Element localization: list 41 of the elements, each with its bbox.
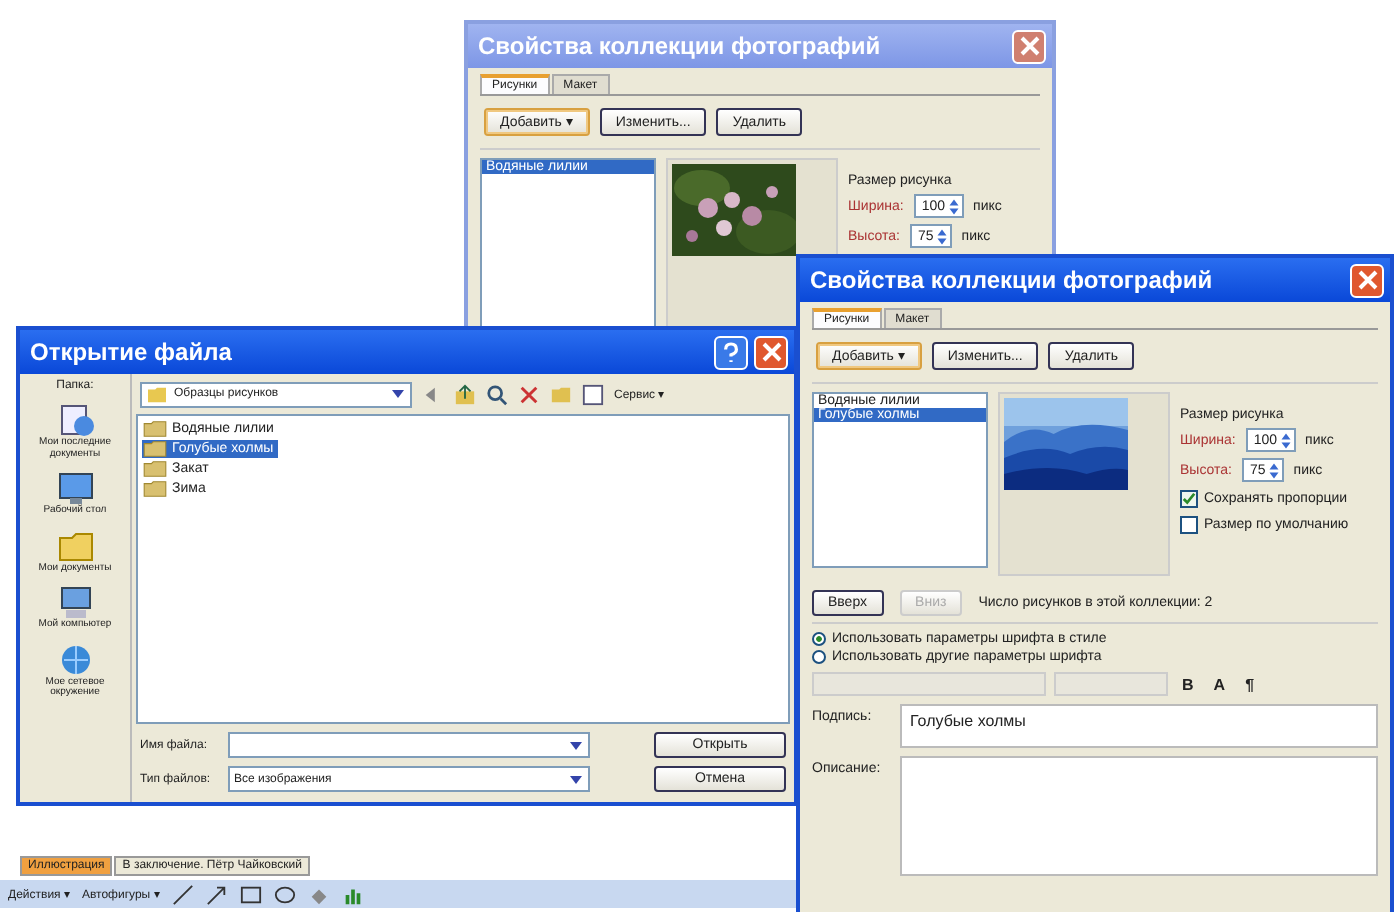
close-icon — [761, 342, 781, 362]
window-title: Свойства коллекции фотографий — [478, 32, 881, 60]
folder-icon — [146, 385, 168, 403]
dropdown-arrow-icon — [390, 386, 406, 402]
format-button[interactable]: A — [1207, 675, 1232, 693]
dropdown-arrow-icon — [568, 771, 584, 787]
folder-icon — [142, 440, 168, 458]
close-icon — [1019, 36, 1039, 56]
rectangle-icon[interactable] — [239, 883, 262, 905]
spinner-arrows-icon — [935, 227, 948, 245]
dropdown-arrow-icon — [568, 737, 584, 753]
folder-icon — [55, 527, 95, 563]
spinner-arrows-icon — [947, 197, 960, 215]
up-folder-icon[interactable] — [454, 383, 476, 405]
close-button[interactable] — [1350, 263, 1384, 297]
close-button[interactable] — [754, 335, 788, 369]
spinner-arrows-icon — [1279, 431, 1292, 449]
close-icon[interactable] — [518, 383, 540, 405]
line-icon[interactable] — [171, 883, 194, 905]
close-button[interactable] — [1012, 29, 1046, 63]
format-button[interactable]: ¶ — [1239, 675, 1261, 693]
checkbox[interactable] — [1180, 490, 1198, 508]
desktop-icon — [55, 470, 95, 506]
help-icon — [722, 341, 740, 363]
description-field[interactable] — [900, 756, 1378, 876]
computer-icon — [55, 584, 95, 620]
folder-icon — [142, 480, 168, 498]
file-name-field[interactable] — [228, 732, 590, 758]
window-title: Открытие файла — [30, 338, 232, 366]
arrow-icon[interactable] — [205, 883, 228, 905]
radio-button[interactable] — [812, 650, 826, 664]
close-icon — [1357, 270, 1377, 290]
radio-button[interactable] — [812, 632, 826, 646]
help-button[interactable] — [714, 335, 748, 369]
caption-field[interactable]: Голубые холмы — [900, 704, 1378, 748]
search-icon[interactable] — [486, 383, 508, 405]
spinner-arrows-icon — [1267, 461, 1280, 479]
format-button[interactable]: B — [1176, 675, 1200, 693]
window-title: Свойства коллекции фотографий — [810, 266, 1213, 294]
oval-icon[interactable] — [273, 883, 296, 905]
checkbox[interactable] — [1180, 516, 1198, 534]
